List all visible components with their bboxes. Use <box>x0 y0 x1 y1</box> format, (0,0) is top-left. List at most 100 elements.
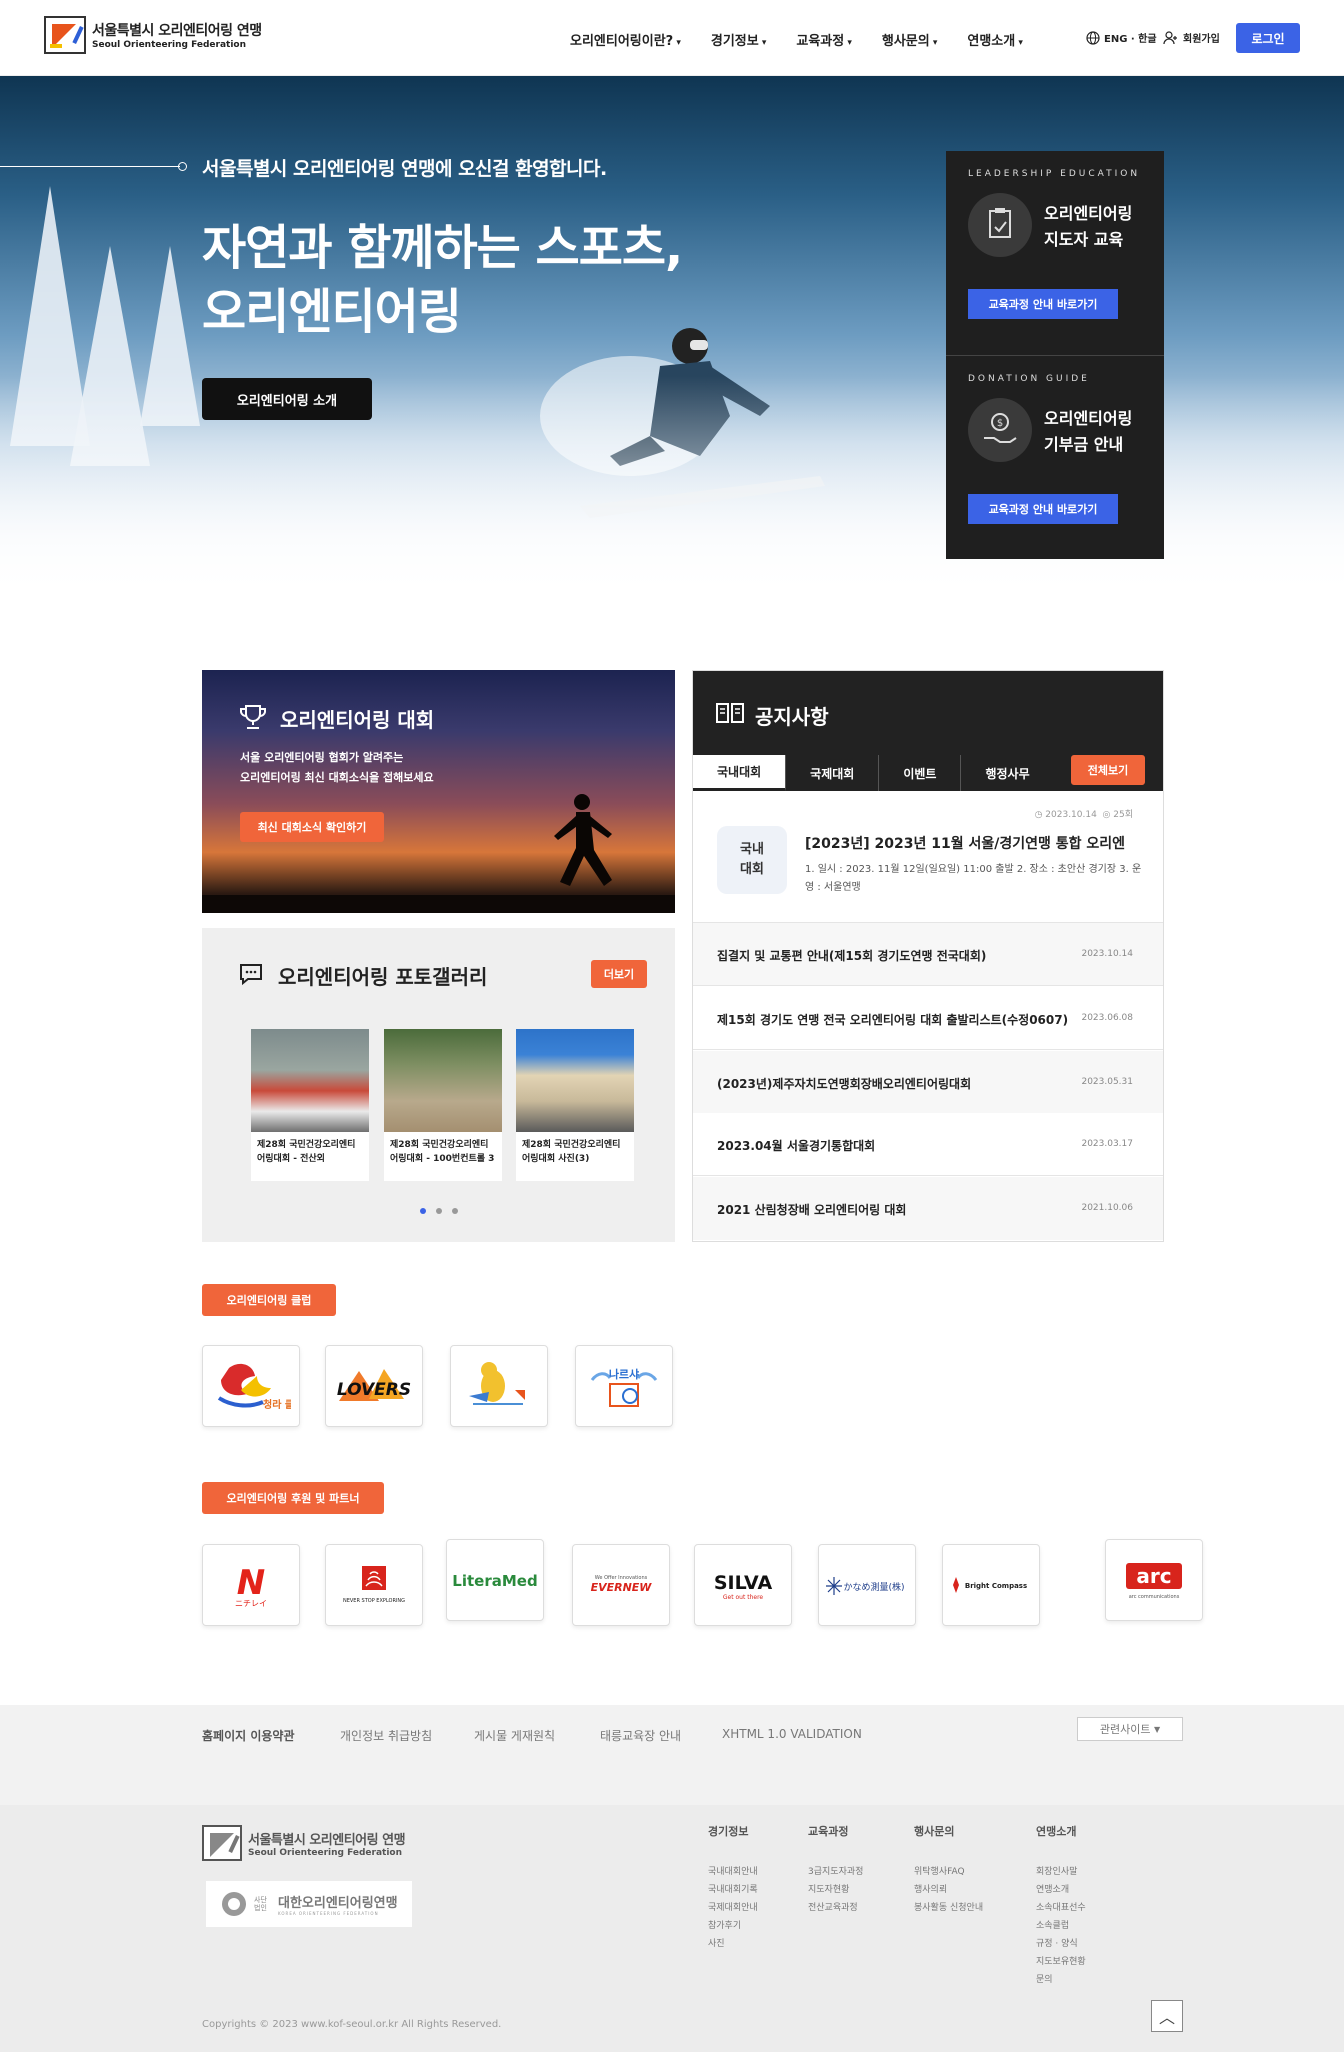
pagination-dot[interactable] <box>452 1208 458 1214</box>
footer-link[interactable]: 회장인사말 <box>1036 1863 1086 1881</box>
nav-item-events[interactable]: 행사문의 <box>882 30 938 49</box>
scroll-top-button[interactable]: ︿ <box>1151 2000 1183 2032</box>
footer-link[interactable]: 지도자현황 <box>808 1881 863 1899</box>
footer-link-training-center[interactable]: 태릉교육장 안내 <box>600 1727 681 1744</box>
svg-text:LiteraMed: LiteraMed <box>452 1572 537 1590</box>
donation-card: DONATION GUIDE $ 오리엔티어링 기부금 안내 교육과정 안내 바… <box>946 355 1164 559</box>
join-link[interactable]: 회원가입 <box>1163 30 1220 45</box>
kof-title: 대한오리엔티어링연맹 <box>278 1896 398 1911</box>
clubs-label: 오리엔티어링 클럽 <box>202 1284 336 1316</box>
education-link-button[interactable]: 교육과정 안내 바로가기 <box>968 289 1118 319</box>
svg-text:NEVER STOP EXPLORING: NEVER STOP EXPLORING <box>343 1598 405 1604</box>
partner-logo[interactable]: SILVA Get out there <box>694 1544 792 1626</box>
footer-link[interactable]: 전산교육과정 <box>808 1899 863 1917</box>
footer-link[interactable]: 국내대회안내 <box>708 1863 758 1881</box>
nav-item-competition[interactable]: 경기정보 <box>711 30 767 49</box>
club-logo-mascot <box>469 1362 525 1405</box>
svg-text:Get out there: Get out there <box>723 1594 764 1601</box>
footer-link[interactable]: 국내대회기록 <box>708 1881 758 1899</box>
featured-views: 25회 <box>1113 810 1133 820</box>
gallery-item[interactable]: 제28회 국민건강오리엔티 어링대회 - 전산외 <box>251 1029 369 1181</box>
donation-link-button[interactable]: 교육과정 안내 바로가기 <box>968 494 1118 524</box>
footer-link[interactable]: 국제대회안내 <box>708 1899 758 1917</box>
partner-logo[interactable]: arc arc communications <box>1105 1539 1203 1621</box>
notice-row[interactable]: 제15회 경기도 연맹 전국 오리엔티어링 대회 출발리스트(수정0607) 20… <box>693 987 1163 1050</box>
partner-logo-silva: SILVAGet out there <box>714 1572 773 1601</box>
login-button[interactable]: 로그인 <box>1236 23 1300 53</box>
notice-row[interactable]: 2023.04월 서울경기통합대회 2023.03.17 <box>693 1113 1163 1176</box>
footer-link[interactable]: 3급지도자과정 <box>808 1863 863 1881</box>
featured-meta: ◷ 2023.10.14 ◎ 25회 <box>1034 810 1133 820</box>
nav-item-about[interactable]: 오리엔티어링이란? <box>570 30 681 49</box>
club-logo[interactable] <box>450 1345 548 1427</box>
partner-logo[interactable]: LiteraMed <box>446 1539 544 1621</box>
partner-logo[interactable]: We Offer Innovations EVERNEW <box>572 1544 670 1626</box>
trophy-icon <box>240 705 266 729</box>
globe-icon <box>1086 30 1100 45</box>
footer-col-federation: 연맹소개 회장인사말 연맹소개 소속대표선수 소속클럽 규정 · 양식 지도보유… <box>1036 1823 1086 1989</box>
logo-subtitle: Seoul Orienteering Federation <box>92 40 247 50</box>
gallery-more-button[interactable]: 더보기 <box>591 960 647 988</box>
svg-text:청라 클럽: 청라 클럽 <box>263 1398 291 1411</box>
svg-text:ニチレイ: ニチレイ <box>235 1599 267 1608</box>
gallery-item[interactable]: 제28회 국민건강오리엔티 어링대회 사진(3) <box>516 1029 634 1181</box>
grass-silhouette <box>202 895 675 913</box>
competition-news-button[interactable]: 최신 대회소식 확인하기 <box>240 812 384 842</box>
featured-desc: 1. 일시 : 2023. 11월 12일(일요일) 11:00 출발 2. 장… <box>805 864 1142 893</box>
language-toggle[interactable]: ENG · 한글 <box>1086 30 1157 45</box>
related-sites-select[interactable]: 관련사이트 ▼ <box>1077 1717 1183 1741</box>
footer-link[interactable]: 참가후기 <box>708 1917 758 1935</box>
footer-link[interactable]: 봉사활동 신청안내 <box>914 1899 983 1917</box>
kof-emblem-icon <box>222 1892 246 1916</box>
site-logo[interactable]: 서울특별시 오리엔티어링 연맹 Seoul Orienteering Feder… <box>44 16 262 54</box>
partner-logo[interactable]: N ニチレイ <box>202 1544 300 1626</box>
tab-admin[interactable]: 행정사무 <box>961 755 1053 791</box>
photo-gallery: 오리엔티어링 포토갤러리 더보기 제28회 국민건강오리엔티 어링대회 - 전산외… <box>202 928 675 1242</box>
footer-link[interactable]: 소속클럽 <box>1036 1917 1086 1935</box>
footer-link[interactable]: 규정 · 양식 <box>1036 1935 1086 1953</box>
pagination-dot[interactable] <box>436 1208 442 1214</box>
footer-link-terms[interactable]: 홈페이지 이용약관 <box>202 1727 295 1744</box>
kof-logo[interactable]: 사단 법인 대한오리엔티어링연맹 KOREA ORIENTEERING FEDE… <box>206 1881 412 1927</box>
footer-link[interactable]: 지도보유현황 <box>1036 1953 1086 1971</box>
gallery-title: 오리엔티어링 포토갤러리 <box>278 965 488 989</box>
notice-row[interactable]: (2023년)제주자치도연맹회장배오리엔티어링대회 2023.05.31 <box>693 1051 1163 1114</box>
category-badge: 국내 대회 <box>717 826 787 894</box>
education-caption: LEADERSHIP EDUCATION <box>968 169 1141 179</box>
partner-logo[interactable]: かなめ測量(株) <box>818 1544 916 1626</box>
education-title: 오리엔티어링 지도자 교육 <box>1044 201 1132 253</box>
club-logo[interactable]: 청라 클럽 <box>202 1345 300 1427</box>
intro-button[interactable]: 오리엔티어링 소개 <box>202 378 372 420</box>
svg-text:EVERNEW: EVERNEW <box>591 1581 653 1594</box>
notice-row[interactable]: 집결지 및 교통편 안내(제15회 경기도연맹 전국대회) 2023.10.14 <box>693 923 1163 986</box>
club-logo[interactable]: 나르샤 <box>575 1345 673 1427</box>
partner-logo[interactable]: NEVER STOP EXPLORING <box>325 1544 423 1626</box>
tab-domestic[interactable]: 국내대회 <box>693 755 787 791</box>
footer-link[interactable]: 문의 <box>1036 1971 1086 1989</box>
footer-link-privacy[interactable]: 개인정보 취급방침 <box>340 1727 432 1744</box>
footer-link[interactable]: 행사의뢰 <box>914 1881 983 1899</box>
donation-icon: $ <box>968 398 1032 462</box>
notice-title: 공지사항 <box>755 705 829 729</box>
notice-row-title: 2023.04월 서울경기통합대회 <box>717 1139 876 1153</box>
site-header: 서울특별시 오리엔티어링 연맹 Seoul Orienteering Feder… <box>0 0 1344 76</box>
footer-link[interactable]: 사진 <box>708 1935 758 1953</box>
notice-row[interactable]: 2021 산림청장배 오리엔티어링 대회 2021.10.06 <box>693 1177 1163 1240</box>
partner-logo[interactable]: Bright Compass <box>942 1544 1040 1626</box>
pagination-dot[interactable] <box>420 1208 426 1214</box>
footer-link[interactable]: 소속대표선수 <box>1036 1899 1086 1917</box>
partner-logo-brightcompass: Bright Compass <box>953 1577 1027 1593</box>
tab-international[interactable]: 국제대회 <box>786 755 880 791</box>
footer-link[interactable]: 연맹소개 <box>1036 1881 1086 1899</box>
notice-all-button[interactable]: 전체보기 <box>1071 755 1145 785</box>
footer-link-xhtml[interactable]: XHTML 1.0 VALIDATION <box>722 1727 862 1741</box>
footer-link-posting-rules[interactable]: 게시물 게재원칙 <box>474 1727 555 1744</box>
featured-notice[interactable]: ◷ 2023.10.14 ◎ 25회 국내 대회 [2023년] 2023년 11… <box>693 791 1163 923</box>
nav-item-education[interactable]: 교육과정 <box>796 30 852 49</box>
club-logo[interactable]: LOVERS <box>325 1345 423 1427</box>
footer-link[interactable]: 위탁행사FAQ <box>914 1863 983 1881</box>
tab-event[interactable]: 이벤트 <box>879 755 962 791</box>
gallery-item[interactable]: 제28회 국민건강오리엔티 어링대회 - 100번컨트롤 3 <box>384 1029 502 1181</box>
chevron-up-icon: ︿ <box>1158 2008 1175 2027</box>
nav-item-federation[interactable]: 연맹소개 <box>967 30 1023 49</box>
